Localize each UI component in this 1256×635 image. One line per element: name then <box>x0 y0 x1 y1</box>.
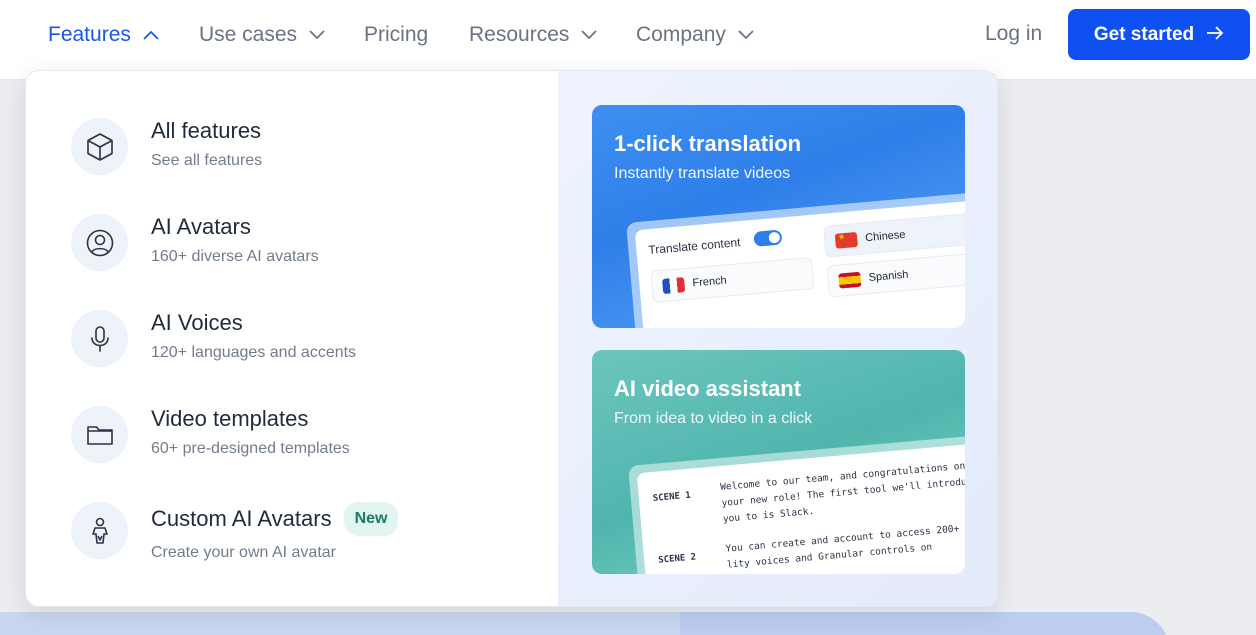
feature-title: Video templates <box>151 406 309 431</box>
france-flag-icon <box>661 276 686 294</box>
promo-area: 1-click translation Instantly translate … <box>558 71 997 606</box>
folder-icon <box>71 406 128 463</box>
feature-title: AI Voices <box>151 310 243 335</box>
language-chip-chinese: Chinese <box>822 210 965 258</box>
top-nav: Features Use cases Pricing Resources Com… <box>0 0 1256 80</box>
nav-company-label: Company <box>636 23 726 46</box>
feature-subtitle: 60+ pre-designed templates <box>151 440 350 457</box>
nav-resources-label: Resources <box>469 23 570 46</box>
nav-company[interactable]: Company <box>636 22 754 48</box>
translation-card[interactable]: 1-click translation Instantly translate … <box>592 105 965 328</box>
feature-subtitle: See all features <box>151 152 263 169</box>
arrow-right-icon <box>1206 24 1224 46</box>
nav-features-label: Features <box>48 23 131 46</box>
script-mockup: SCENE 1 Welcome to our team, and congrat… <box>628 432 965 574</box>
scene-label: SCENE 1 <box>652 490 692 504</box>
language-chip-french: French <box>650 256 815 303</box>
scene-text: You can create and account to access 200… <box>725 521 965 571</box>
feature-subtitle: Create your own AI avatar <box>151 544 336 561</box>
feature-title: Custom AI Avatars <box>151 506 332 531</box>
nav-pricing-label: Pricing <box>364 23 429 46</box>
microphone-icon <box>71 310 128 367</box>
feature-item-custom-ai-avatars[interactable]: Custom AI Avatars New Create your own AI… <box>71 502 531 562</box>
toggle-switch <box>753 229 783 247</box>
scene-text: Welcome to our team, and congratulations… <box>719 460 965 525</box>
login-link[interactable]: Log in <box>985 22 1042 46</box>
chevron-down-icon <box>581 30 598 40</box>
card-title: 1-click translation <box>614 131 802 156</box>
feature-item-all-features[interactable]: All features See all features <box>71 118 531 178</box>
features-dropdown: All features See all features AI Avatars… <box>25 70 998 607</box>
ai-video-assistant-card[interactable]: AI video assistant From idea to video in… <box>592 350 965 574</box>
nav-pricing[interactable]: Pricing <box>364 22 428 48</box>
spain-flag-icon <box>838 271 862 289</box>
translate-content-label: Translate content <box>647 235 741 258</box>
china-flag-icon <box>834 231 858 249</box>
nav-use-cases-label: Use cases <box>199 23 298 46</box>
feature-item-ai-avatars[interactable]: AI Avatars 160+ diverse AI avatars <box>71 214 531 274</box>
feature-item-ai-voices[interactable]: AI Voices 120+ languages and accents <box>71 310 531 370</box>
feature-title: All features <box>151 118 262 143</box>
feature-subtitle: 160+ diverse AI avatars <box>151 248 319 265</box>
card-subtitle: Instantly translate videos <box>614 165 791 182</box>
nav-features[interactable]: Features <box>48 22 159 48</box>
new-badge: New <box>343 502 399 536</box>
nav-use-cases[interactable]: Use cases <box>199 22 325 48</box>
card-subtitle: From idea to video in a click <box>614 410 813 427</box>
user-circle-icon <box>71 214 128 271</box>
card-title: AI video assistant <box>614 376 802 401</box>
translation-mockup: Translate content Chinese French Spanish <box>626 189 965 328</box>
language-chip-spanish: Spanish <box>826 250 965 298</box>
cube-icon <box>71 118 128 175</box>
person-icon <box>71 502 128 559</box>
feature-subtitle: 120+ languages and accents <box>151 344 357 361</box>
language-name: French <box>691 274 728 290</box>
chevron-down-icon <box>309 30 325 40</box>
language-name: Chinese <box>864 228 906 245</box>
get-started-button[interactable]: Get started <box>1068 9 1250 60</box>
scene-label: SCENE 2 <box>657 552 697 566</box>
feature-title: AI Avatars <box>151 214 251 239</box>
feature-item-video-templates[interactable]: Video templates 60+ pre-designed templat… <box>71 406 531 466</box>
language-name: Spanish <box>868 268 909 285</box>
chevron-down-icon <box>738 30 754 40</box>
nav-resources[interactable]: Resources <box>469 22 598 48</box>
background-band-accent <box>680 612 1170 635</box>
chevron-up-icon <box>143 30 159 40</box>
get-started-label: Get started <box>1093 23 1195 45</box>
